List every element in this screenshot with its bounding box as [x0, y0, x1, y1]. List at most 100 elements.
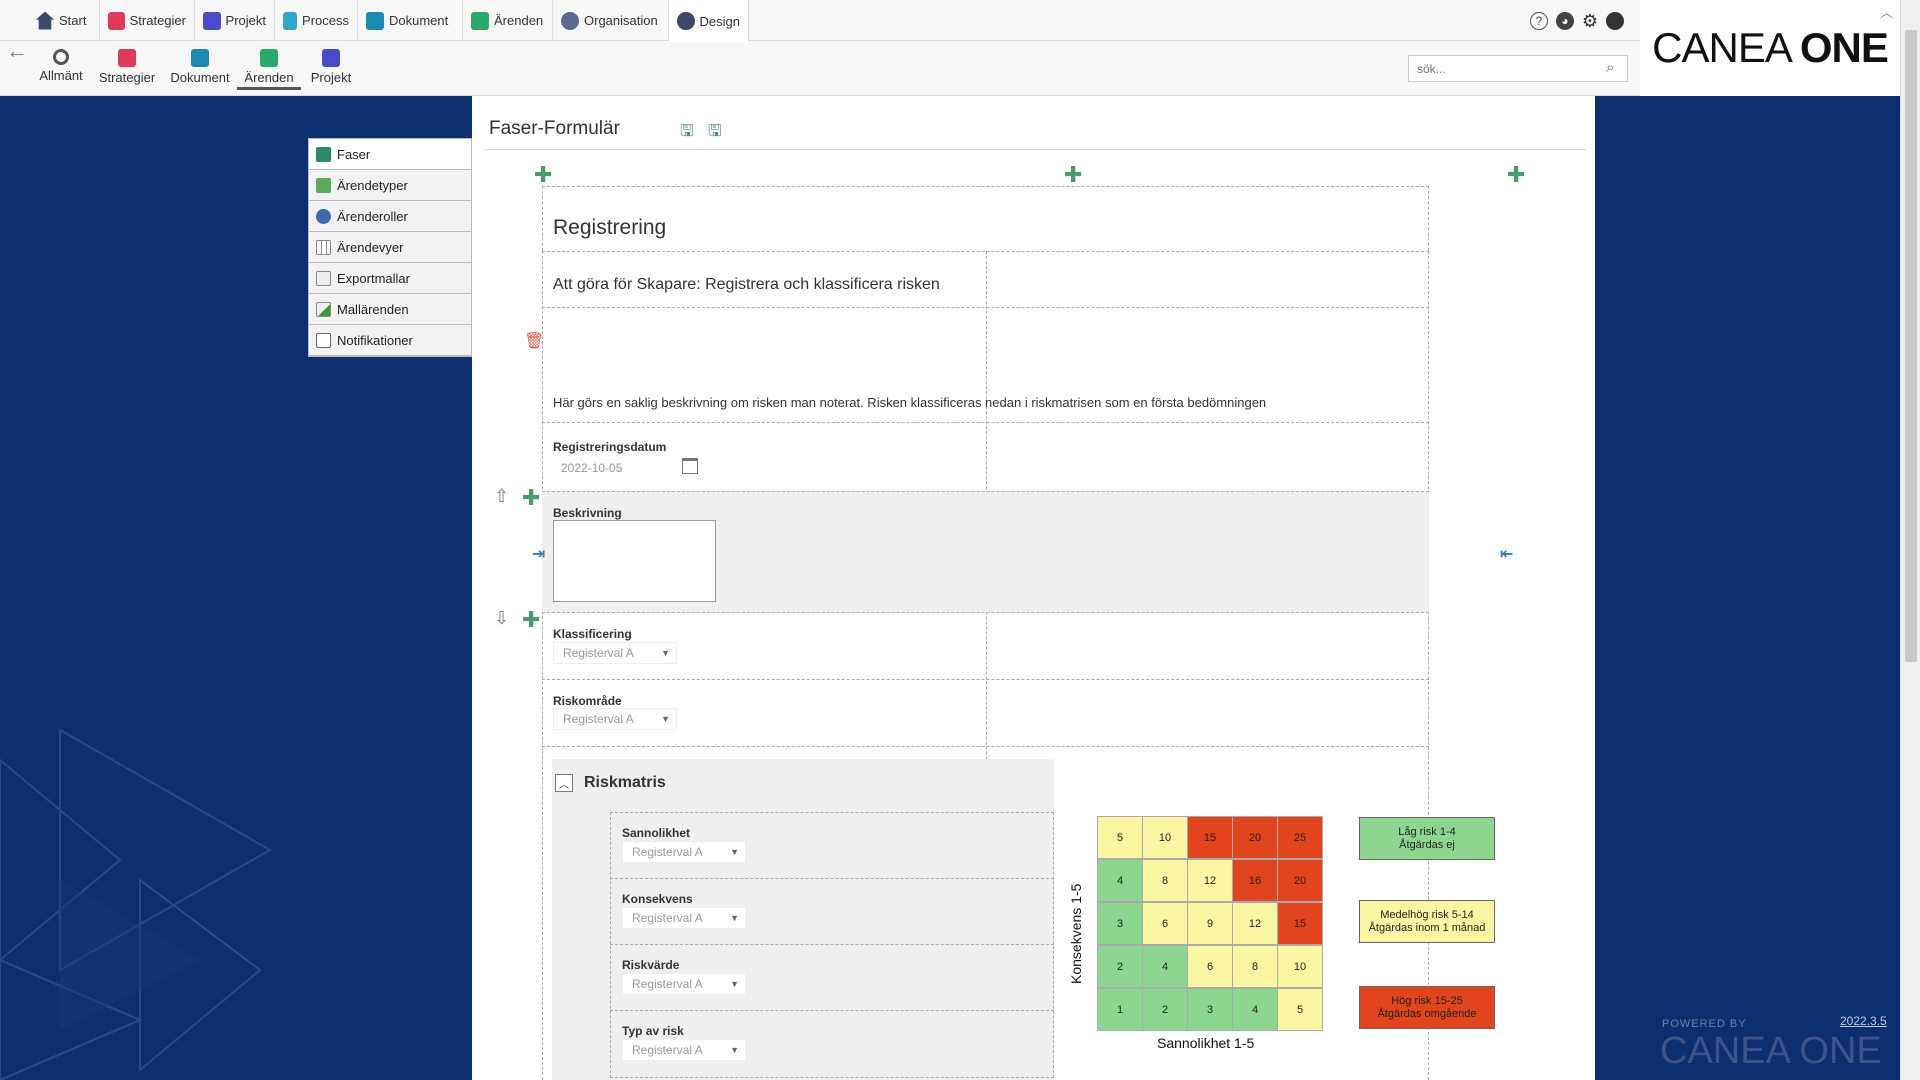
add-column-left-icon[interactable]: ✚ [534, 164, 552, 186]
palette-icon [677, 12, 695, 30]
matrix-cell: 4 [1097, 859, 1143, 902]
matrix-cell: 2 [1097, 945, 1143, 988]
form-editor: Faser-Formulär 🖫 🖫 ✚ ✚ ✚ Registrering At… [472, 96, 1595, 1080]
matrix-cell: 3 [1097, 902, 1143, 945]
nav-tab-arenden[interactable]: Ärenden [463, 0, 553, 41]
top-bar: Start Strategier Projekt Process Dokumen… [0, 0, 1900, 96]
background-triangles [0, 728, 273, 1080]
expand-right-icon[interactable]: ⇥ [532, 544, 545, 564]
save-as-icon[interactable]: 🖫 [680, 120, 698, 140]
sub-tab-strategier[interactable]: Strategier [92, 45, 162, 85]
caret-down-icon: ▼ [661, 714, 670, 724]
nav-tab-design[interactable]: Design [669, 0, 749, 42]
organisation-icon [561, 11, 579, 30]
search-input[interactable] [1408, 55, 1628, 82]
caret-down-icon: ▼ [661, 648, 670, 658]
strategier-icon [118, 49, 136, 67]
reg-date-label: Registreringsdatum [553, 440, 667, 454]
sannolikhet-select[interactable]: Registerval A ▼ [622, 841, 746, 863]
side-item-exportmallar[interactable]: Exportmallar [309, 263, 471, 294]
scrollbar-thumb[interactable] [1905, 30, 1917, 662]
move-down-icon[interactable]: ⇩ [494, 608, 509, 629]
riskomrade-select[interactable]: Registerval A ▼ [553, 708, 677, 730]
add-row-above-icon[interactable]: ✚ [522, 487, 540, 509]
tree-icon [316, 178, 331, 193]
add-column-middle-icon[interactable]: ✚ [1064, 164, 1082, 186]
sub-tab-dokument[interactable]: Dokument [165, 45, 235, 85]
matrix-cell: 5 [1277, 988, 1323, 1031]
riskomrade-label: Riskområde [553, 694, 622, 708]
sub-tab-arenden[interactable]: Ärenden [237, 45, 301, 90]
side-item-faser[interactable]: Faser [309, 139, 471, 170]
riskvarde-label: Riskvärde [622, 958, 680, 972]
add-row-below-icon[interactable]: ✚ [522, 609, 540, 631]
caret-down-icon: ▼ [730, 1045, 739, 1055]
nav-tab-organisation[interactable]: Organisation [553, 0, 669, 41]
matrix-cell: 2 [1142, 988, 1188, 1031]
expand-left-icon[interactable]: ⇤ [1500, 544, 1513, 564]
projekt-icon [203, 11, 221, 30]
side-item-arendetyper[interactable]: Ärendetyper [309, 170, 471, 201]
riskmatris-title: Riskmatris [584, 774, 666, 791]
back-arrow-icon[interactable]: ← [6, 38, 28, 64]
beskrivning-label: Beskrivning [553, 506, 622, 520]
version-link[interactable]: 2022.3.5 [1840, 1014, 1887, 1028]
description-text: Här görs en saklig beskrivning om risken… [553, 395, 1267, 410]
matrix-cell: 1 [1097, 988, 1143, 1031]
klassificering-select[interactable]: Registerval A ▼ [553, 642, 677, 664]
help-icon[interactable]: ? [1530, 12, 1548, 30]
beskrivning-textarea[interactable] [553, 520, 716, 602]
section-title: Registrering [553, 216, 667, 239]
sannolikhet-label: Sannolikhet [622, 826, 691, 840]
form-title: Faser-Formulär [489, 118, 620, 139]
section-header [542, 186, 1429, 251]
side-item-arenderoller[interactable]: Ärenderoller [309, 201, 471, 232]
side-item-arendevyer[interactable]: Ärendevyer [309, 232, 471, 263]
konsekvens-select[interactable]: Registerval A ▼ [622, 907, 746, 929]
gear-icon[interactable]: ⚙ [1581, 11, 1599, 31]
konsekvens-select-box: Registerval A ▼ [622, 907, 746, 929]
row-divider [610, 878, 1054, 879]
search-icon[interactable]: ⌕ [1606, 59, 1614, 76]
sub-tab-allmant[interactable]: Allmänt [26, 45, 96, 83]
matrix-cell: 15 [1187, 816, 1233, 859]
move-up-icon[interactable]: ⇧ [494, 486, 509, 507]
collapse-icon[interactable]: ︿ [1880, 2, 1893, 21]
row-divider [610, 1010, 1054, 1011]
nav-tab-projekt[interactable]: Projekt [195, 0, 275, 41]
palette-icon[interactable]: ◕ [1556, 12, 1574, 30]
side-item-mallarenden[interactable]: Mallärenden [309, 294, 471, 325]
strategier-icon [108, 11, 125, 30]
riskvarde-select[interactable]: Registerval A ▼ [622, 973, 746, 995]
arenden-icon [471, 11, 489, 30]
trash-icon[interactable]: 🗑 [524, 331, 544, 351]
nav-tab-dokument[interactable]: Dokument [358, 0, 463, 41]
matrix-cell: 16 [1232, 859, 1278, 902]
side-item-notifikationer[interactable]: Notifikationer [309, 325, 471, 356]
matrix-cell: 15 [1277, 902, 1323, 945]
matrix-cell: 8 [1232, 945, 1278, 988]
scrollbar[interactable] [1900, 0, 1920, 1080]
nav-tab-start[interactable]: Start [28, 0, 100, 41]
matrix-cell: 10 [1277, 945, 1323, 988]
matrix-cell: 20 [1277, 859, 1323, 902]
typ-av-risk-select[interactable]: Registerval A ▼ [622, 1039, 746, 1061]
sub-tab-projekt[interactable]: Projekt [296, 45, 366, 85]
powered-by-logo: CANEA ONE [1660, 1030, 1882, 1072]
riskomrade-select-box: Registerval A ▼ [553, 708, 677, 730]
calendar-icon[interactable] [682, 458, 698, 474]
avatar[interactable] [1606, 12, 1624, 30]
collapse-group-icon[interactable]: ︿ [555, 774, 573, 792]
add-column-right-icon[interactable]: ✚ [1507, 164, 1525, 186]
user-icon [316, 209, 331, 224]
caret-down-icon: ▼ [730, 847, 739, 857]
save-icon[interactable]: 🖫 [708, 120, 726, 140]
nav-tab-strategier[interactable]: Strategier [100, 0, 195, 41]
nav-tab-process[interactable]: Process [275, 0, 358, 41]
legend-high: Hög risk 15-25 Åtgärdas omgående [1359, 986, 1495, 1029]
reg-date-field[interactable]: 2022-10-05 [553, 457, 693, 479]
legend-medium: Medelhög risk 5-14 Åtgärdas inom 1 månad [1359, 900, 1495, 943]
matrix-cell: 3 [1187, 988, 1233, 1031]
matrix-cell: 4 [1232, 988, 1278, 1031]
dokument-icon [191, 49, 209, 67]
